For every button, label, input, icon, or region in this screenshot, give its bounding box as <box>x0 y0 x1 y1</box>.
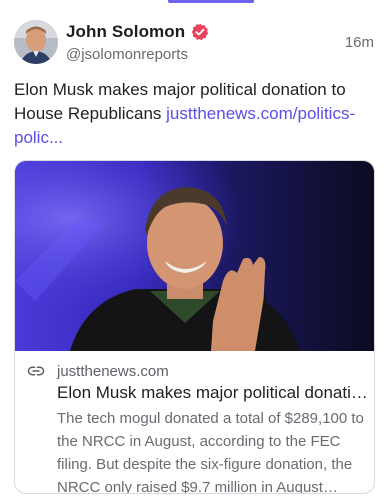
card-description: The tech mogul donated a total of $289,1… <box>57 410 364 494</box>
author-handle[interactable]: @jsolomonreports <box>66 46 209 63</box>
post-text: Elon Musk makes major political donation… <box>14 78 374 150</box>
author-info: John Solomon @jsolomonreports <box>66 22 209 63</box>
card-title: Elon Musk makes major political donation… <box>57 383 372 402</box>
post-header: John Solomon @jsolomonreports 16m <box>14 20 376 64</box>
avatar[interactable] <box>14 20 58 64</box>
author-name[interactable]: John Solomon <box>66 22 185 42</box>
link-icon <box>27 366 45 376</box>
card-meta: justthenews.com Elon Musk makes major po… <box>27 361 372 494</box>
tab-indicator <box>168 0 254 3</box>
card-domain: justthenews.com <box>57 362 169 380</box>
link-preview-card[interactable]: justthenews.com Elon Musk makes major po… <box>14 160 375 494</box>
verified-badge-icon <box>191 23 209 41</box>
post-timestamp: 16m <box>344 34 374 51</box>
card-image <box>15 161 374 351</box>
post-container: John Solomon @jsolomonreports 16m Elon M… <box>0 0 390 500</box>
